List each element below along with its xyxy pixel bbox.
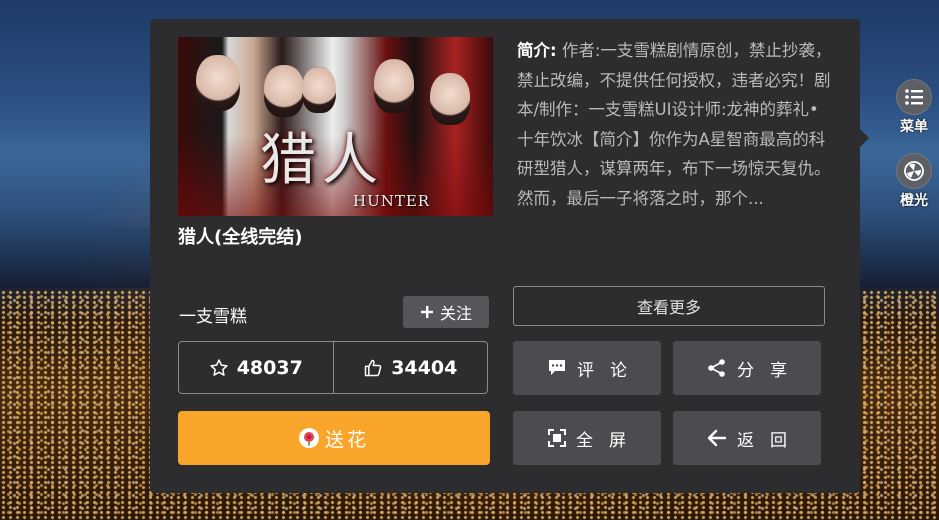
orange-light-label: 橙光: [900, 193, 928, 209]
menu-label: 菜单: [900, 119, 928, 135]
panel-pointer: [859, 128, 869, 148]
follow-button[interactable]: 关注: [403, 296, 489, 328]
cover-face: [196, 55, 240, 111]
send-flower-button[interactable]: 送花: [178, 411, 490, 465]
share-button[interactable]: 分享: [673, 341, 821, 395]
book-detail-panel: 猎人 HUNTER 猎人(全线完结) 简介: 作者:一支雪糕剧情原创，禁止抄袭，…: [150, 19, 860, 493]
share-icon: [708, 359, 725, 377]
fan-icon: [896, 153, 932, 189]
cover-title: 猎人: [260, 128, 384, 193]
back-button[interactable]: 返回: [673, 411, 821, 465]
comment-button[interactable]: 评论: [513, 341, 661, 395]
like-count: 34404: [391, 356, 458, 379]
book-cover-image: 猎人 HUNTER: [178, 37, 493, 216]
fullscreen-label: 全屏: [576, 430, 642, 451]
comment-icon: [549, 360, 565, 375]
menu-list-icon: [896, 79, 932, 115]
intro-text: 作者:一支雪糕剧情原创，禁止抄袭，禁止改编，不提供任何授权，违者必究！剧本/制作…: [517, 41, 832, 208]
send-flower-label: 送花: [324, 428, 369, 451]
favorite-button[interactable]: 48037: [179, 342, 333, 393]
author-name[interactable]: 一支雪糕: [179, 302, 247, 327]
stats-bar: 48037 34404: [178, 341, 488, 394]
favorite-count: 48037: [236, 356, 303, 379]
arrow-left-icon: [707, 429, 727, 447]
cover-face: [430, 73, 470, 125]
cover-face: [374, 59, 414, 113]
orange-light-button[interactable]: 橙光: [893, 153, 935, 210]
menu-button[interactable]: 菜单: [893, 79, 935, 136]
cover-subtitle: HUNTER: [353, 192, 431, 210]
book-title: 猎人(全线完结): [178, 227, 303, 248]
thumbs-up-icon: [364, 359, 382, 376]
view-more-button[interactable]: 查看更多: [513, 286, 825, 326]
star-icon: [210, 358, 228, 376]
flower-icon: [298, 428, 319, 448]
share-label: 分享: [737, 360, 803, 381]
like-button[interactable]: 34404: [332, 342, 488, 393]
book-intro: 简介: 作者:一支雪糕剧情原创，禁止抄袭，禁止改编，不提供任何授权，违者必究！剧…: [517, 36, 835, 213]
cover-face: [302, 67, 336, 113]
comment-label: 评论: [577, 360, 643, 381]
fullscreen-button[interactable]: 全屏: [513, 411, 661, 465]
cover-face: [264, 65, 304, 117]
follow-label: 关注: [439, 304, 472, 323]
intro-label: 简介:: [517, 41, 557, 60]
back-label: 返回: [737, 430, 803, 451]
view-more-label: 查看更多: [636, 298, 701, 317]
plus-icon: [420, 306, 433, 318]
fullscreen-icon: [548, 429, 566, 447]
